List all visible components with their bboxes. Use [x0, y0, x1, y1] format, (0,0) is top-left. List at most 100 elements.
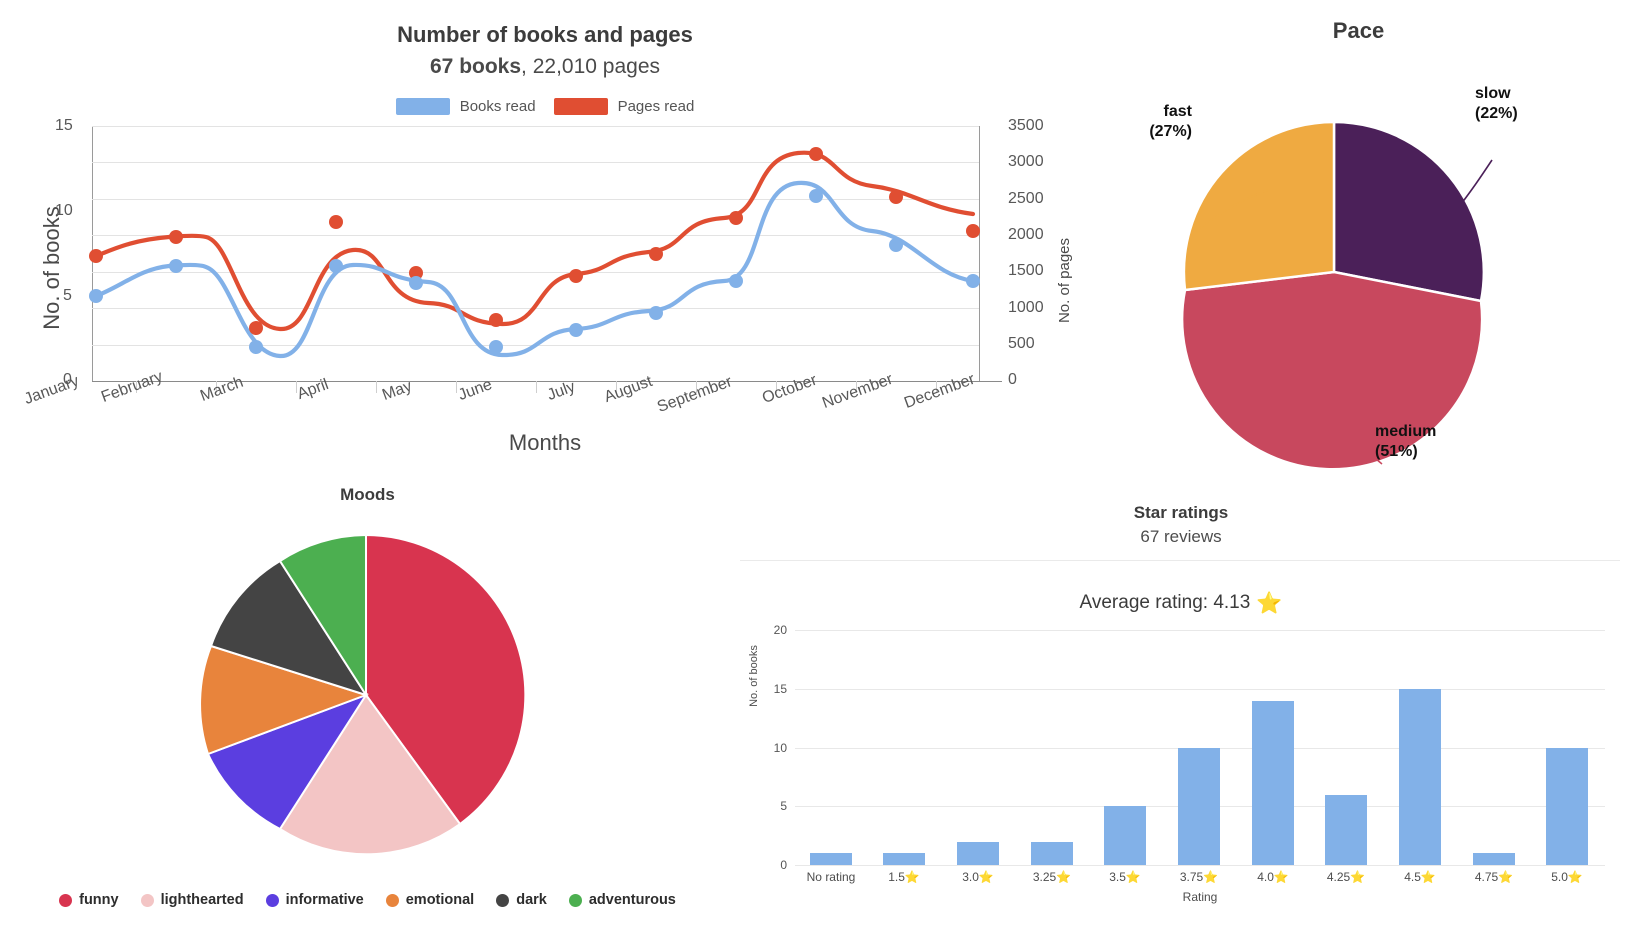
- bar-y-tick-15: 15: [774, 682, 787, 696]
- bar-x-label-no-rating: No rating: [791, 870, 871, 884]
- data-point-pages-november[interactable]: [889, 190, 903, 204]
- pace-slice-slow[interactable]: [1334, 122, 1484, 301]
- data-point-pages-september[interactable]: [729, 211, 743, 225]
- gridline-20: [795, 630, 1605, 631]
- data-point-books-march[interactable]: [249, 340, 263, 354]
- bar-y-tick-5: 5: [780, 799, 787, 813]
- moods-legend-label-dark: dark: [516, 892, 547, 908]
- y-axis-right-tick-0: 0: [1008, 371, 1017, 389]
- bar-3-5[interactable]: [1104, 806, 1146, 865]
- legend-label-books-read: Books read: [460, 98, 536, 115]
- moods-legend-item-funny[interactable]: funny: [59, 892, 118, 908]
- bar-3-75[interactable]: [1178, 748, 1220, 866]
- moods-legend-item-emotional[interactable]: emotional: [386, 892, 474, 908]
- moods-pie-svg: [166, 523, 566, 863]
- bar-x-label-1-5: 1.5⭐: [864, 870, 944, 884]
- data-point-pages-october[interactable]: [809, 147, 823, 161]
- bar-y-tick-0: 0: [780, 858, 787, 872]
- average-rating-value: Average rating: 4.13: [1080, 592, 1251, 613]
- pace-label-fast: fast (27%): [1112, 102, 1192, 142]
- bar-y-tick-20: 20: [774, 623, 787, 637]
- star-ratings-subtitle: 67 reviews: [735, 527, 1627, 547]
- data-point-books-january[interactable]: [89, 289, 103, 303]
- pace-slice-medium[interactable]: [1182, 272, 1482, 469]
- bar-x-label-4-25: 4.25⭐: [1306, 870, 1386, 884]
- data-point-books-february[interactable]: [169, 259, 183, 273]
- pace-label-medium-name: medium: [1375, 422, 1436, 442]
- moods-legend: funny lighthearted informative emotional…: [0, 892, 735, 908]
- pace-chart-title: Pace: [1090, 18, 1627, 44]
- data-point-books-may[interactable]: [409, 276, 423, 290]
- bar-5-0[interactable]: [1546, 748, 1588, 866]
- pace-label-medium: medium (51%): [1375, 422, 1436, 462]
- line-chart-y-axis-right: [979, 126, 980, 382]
- moods-pie-chart: Moods funny lighthearted informative: [0, 475, 735, 951]
- moods-legend-item-adventurous[interactable]: adventurous: [569, 892, 676, 908]
- data-point-books-april[interactable]: [329, 259, 343, 273]
- y-axis-left-tick-5: 5: [63, 287, 90, 305]
- data-point-books-june[interactable]: [489, 340, 503, 354]
- data-point-books-october[interactable]: [809, 189, 823, 203]
- bar-x-label-4-0: 4.0⭐: [1233, 870, 1313, 884]
- bar-no-rating[interactable]: [810, 853, 852, 865]
- bar-3-0[interactable]: [957, 842, 999, 866]
- line-chart-title: Number of books and pages: [0, 22, 1090, 48]
- bar-4-25[interactable]: [1325, 795, 1367, 866]
- y-axis-right-tick-500: 500: [1008, 335, 1035, 353]
- data-point-pages-july[interactable]: [569, 269, 583, 283]
- bar-4-75[interactable]: [1473, 853, 1515, 865]
- data-point-pages-february[interactable]: [169, 230, 183, 244]
- series-path-pages-read: [96, 153, 973, 329]
- line-chart-series-svg: [92, 126, 979, 381]
- data-point-pages-december[interactable]: [966, 224, 980, 238]
- x-axis-label-july: July: [545, 378, 578, 405]
- y-axis-right-tick-1500: 1500: [1008, 262, 1044, 280]
- star-ratings-title: Star ratings: [735, 503, 1627, 523]
- moods-legend-label-lighthearted: lighthearted: [161, 892, 244, 908]
- legend-swatch-books-read: [396, 98, 450, 115]
- line-chart-plot-area: [92, 126, 979, 381]
- pace-leader-slow: [1455, 160, 1492, 212]
- data-point-books-august[interactable]: [649, 306, 663, 320]
- line-chart-x-axis-label: Months: [0, 430, 1090, 456]
- pace-slice-fast[interactable]: [1184, 122, 1334, 290]
- bar-y-tick-10: 10: [774, 741, 787, 755]
- y-axis-right-tick-3000: 3000: [1008, 153, 1044, 171]
- line-chart-subtitle-books: 67 books: [430, 55, 521, 78]
- series-path-books-read: [96, 183, 973, 356]
- moods-legend-dot-lighthearted: [141, 894, 154, 907]
- bar-chart-y-axis-label: No. of books: [748, 645, 760, 707]
- pace-label-fast-pct: (27%): [1112, 122, 1192, 142]
- y-axis-right-tick-2000: 2000: [1008, 226, 1044, 244]
- legend-label-pages-read: Pages read: [618, 98, 695, 115]
- y-axis-left-tick-10: 10: [55, 202, 90, 220]
- moods-legend-item-dark[interactable]: dark: [496, 892, 547, 908]
- bar-4-5[interactable]: [1399, 689, 1441, 865]
- moods-legend-dot-informative: [266, 894, 279, 907]
- bar-chart-x-axis-label: Rating: [795, 890, 1605, 904]
- data-point-books-november[interactable]: [889, 238, 903, 252]
- data-point-books-september[interactable]: [729, 274, 743, 288]
- data-point-pages-august[interactable]: [649, 247, 663, 261]
- bar-x-label-4-75: 4.75⭐: [1454, 870, 1534, 884]
- data-point-pages-january[interactable]: [89, 249, 103, 263]
- data-point-books-july[interactable]: [569, 323, 583, 337]
- bar-3-25[interactable]: [1031, 842, 1073, 866]
- pace-pie-chart: Pace fast (27%) slow (22%) medium (51%): [1090, 0, 1627, 475]
- data-point-pages-april[interactable]: [329, 215, 343, 229]
- data-point-pages-june[interactable]: [489, 313, 503, 327]
- bar-x-label-3-5: 3.5⭐: [1085, 870, 1165, 884]
- moods-legend-item-lighthearted[interactable]: lighthearted: [141, 892, 244, 908]
- pace-label-slow-pct: (22%): [1475, 104, 1518, 124]
- bar-4-0[interactable]: [1252, 701, 1294, 866]
- data-point-books-december[interactable]: [966, 274, 980, 288]
- bar-x-label-3-75: 3.75⭐: [1159, 870, 1239, 884]
- bar-1-5[interactable]: [883, 853, 925, 865]
- line-chart-y-axis-left-label: No. of books: [39, 206, 65, 330]
- gridline-15: [795, 689, 1605, 690]
- star-ratings-bar-chart: Star ratings 67 reviews Average rating: …: [735, 475, 1627, 951]
- data-point-pages-march[interactable]: [249, 321, 263, 335]
- legend-item-pages-read[interactable]: Pages read: [554, 98, 695, 115]
- legend-item-books-read[interactable]: Books read: [396, 98, 536, 115]
- moods-legend-item-informative[interactable]: informative: [266, 892, 364, 908]
